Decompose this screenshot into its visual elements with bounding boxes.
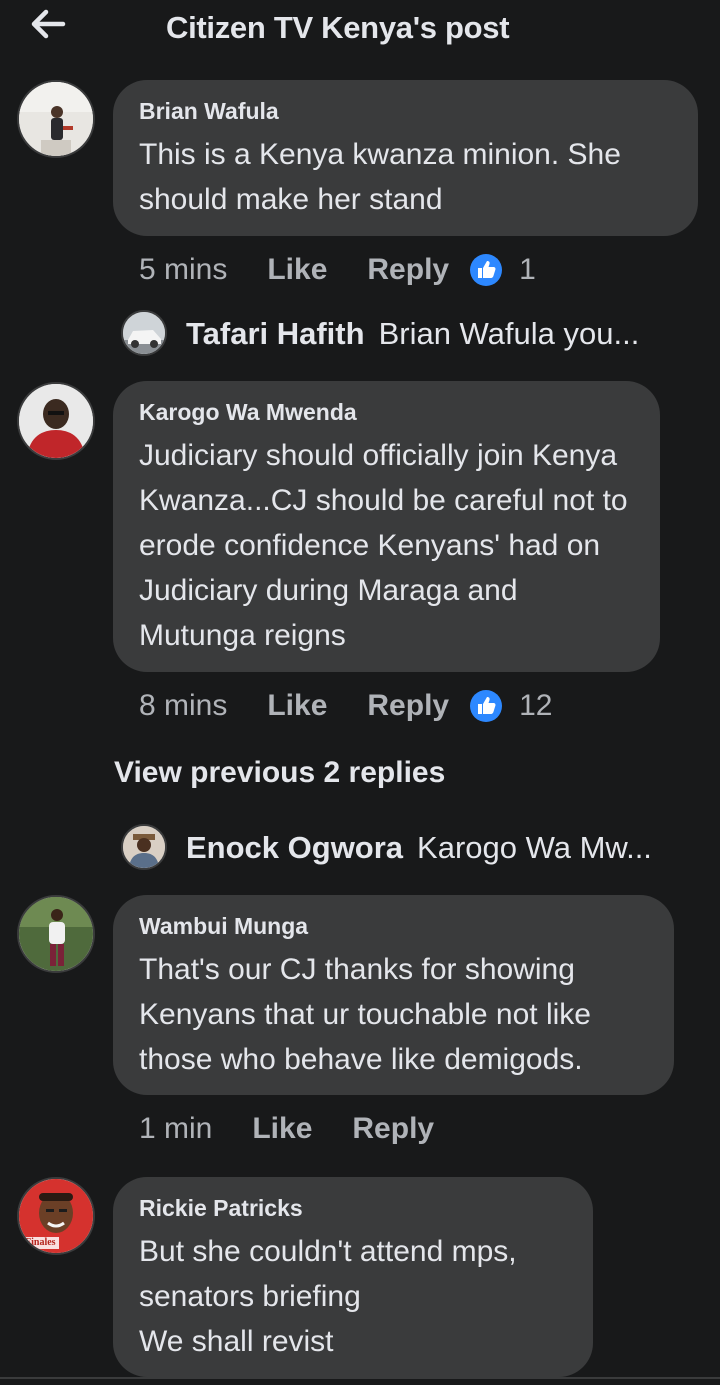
car-photo-icon [123,312,165,354]
comment-time[interactable]: 1 min [139,1112,212,1146]
reply-author[interactable]: Enock Ogwora [186,830,403,866]
like-reaction-icon[interactable] [469,689,503,723]
reply-preview[interactable]: Enock Ogwora Karogo Wa Mw... [186,826,652,870]
avatar-tafari-hafith[interactable] [121,310,167,356]
person-photo-icon [19,82,93,156]
top-bar: Citizen TV Kenya's post [0,0,720,58]
like-button[interactable]: Like [267,689,327,723]
like-button[interactable]: Like [252,1112,312,1146]
person-photo-icon [123,826,165,868]
avatar-wambui-munga[interactable] [17,895,95,973]
avatar-karogo-wa-mwenda[interactable] [17,382,95,460]
comment-text: This is a Kenya kwanza minion. She shoul… [139,138,621,216]
comment-text: That's our CJ thanks for showing Kenyans… [139,953,591,1076]
avatar-enock-ogwora[interactable] [121,824,167,870]
comment-text: But she couldn't attend mps, senators br… [139,1235,517,1358]
comment-time[interactable]: 8 mins [139,689,227,723]
reply-snippet: Karogo Wa Mw... [417,830,652,865]
reply-button[interactable]: Reply [352,1112,434,1146]
back-button[interactable] [26,6,70,42]
comment-text: Judiciary should officially join Kenya K… [139,439,628,652]
reply-button[interactable]: Reply [367,689,449,723]
like-button[interactable]: Like [267,253,327,287]
person-photo-icon [19,897,93,971]
comment-actions: 5 mins Like Reply 1 [139,250,536,290]
comment-author[interactable]: Rickie Patricks [139,1191,567,1225]
post-comments-screen: Citizen TV Kenya's post Brian Wafula Thi… [0,0,720,1385]
reply-button[interactable]: Reply [367,253,449,287]
reply-snippet: Brian Wafula you... [378,316,640,351]
back-arrow-icon [31,9,66,39]
comment-author[interactable]: Karogo Wa Mwenda [139,395,634,429]
comment-time[interactable]: 5 mins [139,253,227,287]
comment-actions: 8 mins Like Reply 12 [139,686,552,726]
comment-bubble[interactable]: Rickie Patricks But she couldn't attend … [113,1177,593,1377]
divider [0,1377,720,1379]
comment-author[interactable]: Brian Wafula [139,94,672,128]
avatar-brian-wafula[interactable] [17,80,95,158]
reply-preview[interactable]: Tafari Hafith Brian Wafula you... [186,312,639,356]
page-title: Citizen TV Kenya's post [166,10,510,45]
avatar-rickie-patricks[interactable]: Finales [17,1177,95,1255]
avatar-watermark: Finales [25,1237,56,1248]
comment-author[interactable]: Wambui Munga [139,909,648,943]
reply-author[interactable]: Tafari Hafith [186,316,365,352]
view-previous-replies-link[interactable]: View previous 2 replies [114,756,445,790]
comment-bubble[interactable]: Wambui Munga That's our CJ thanks for sh… [113,895,674,1095]
reaction-count[interactable]: 12 [519,689,552,723]
like-reaction-icon[interactable] [469,253,503,287]
comment-bubble[interactable]: Karogo Wa Mwenda Judiciary should offici… [113,381,660,672]
comment-bubble[interactable]: Brian Wafula This is a Kenya kwanza mini… [113,80,698,236]
comment-actions: 1 min Like Reply [139,1109,474,1149]
reaction-count[interactable]: 1 [519,253,536,287]
person-photo-icon [19,384,93,458]
